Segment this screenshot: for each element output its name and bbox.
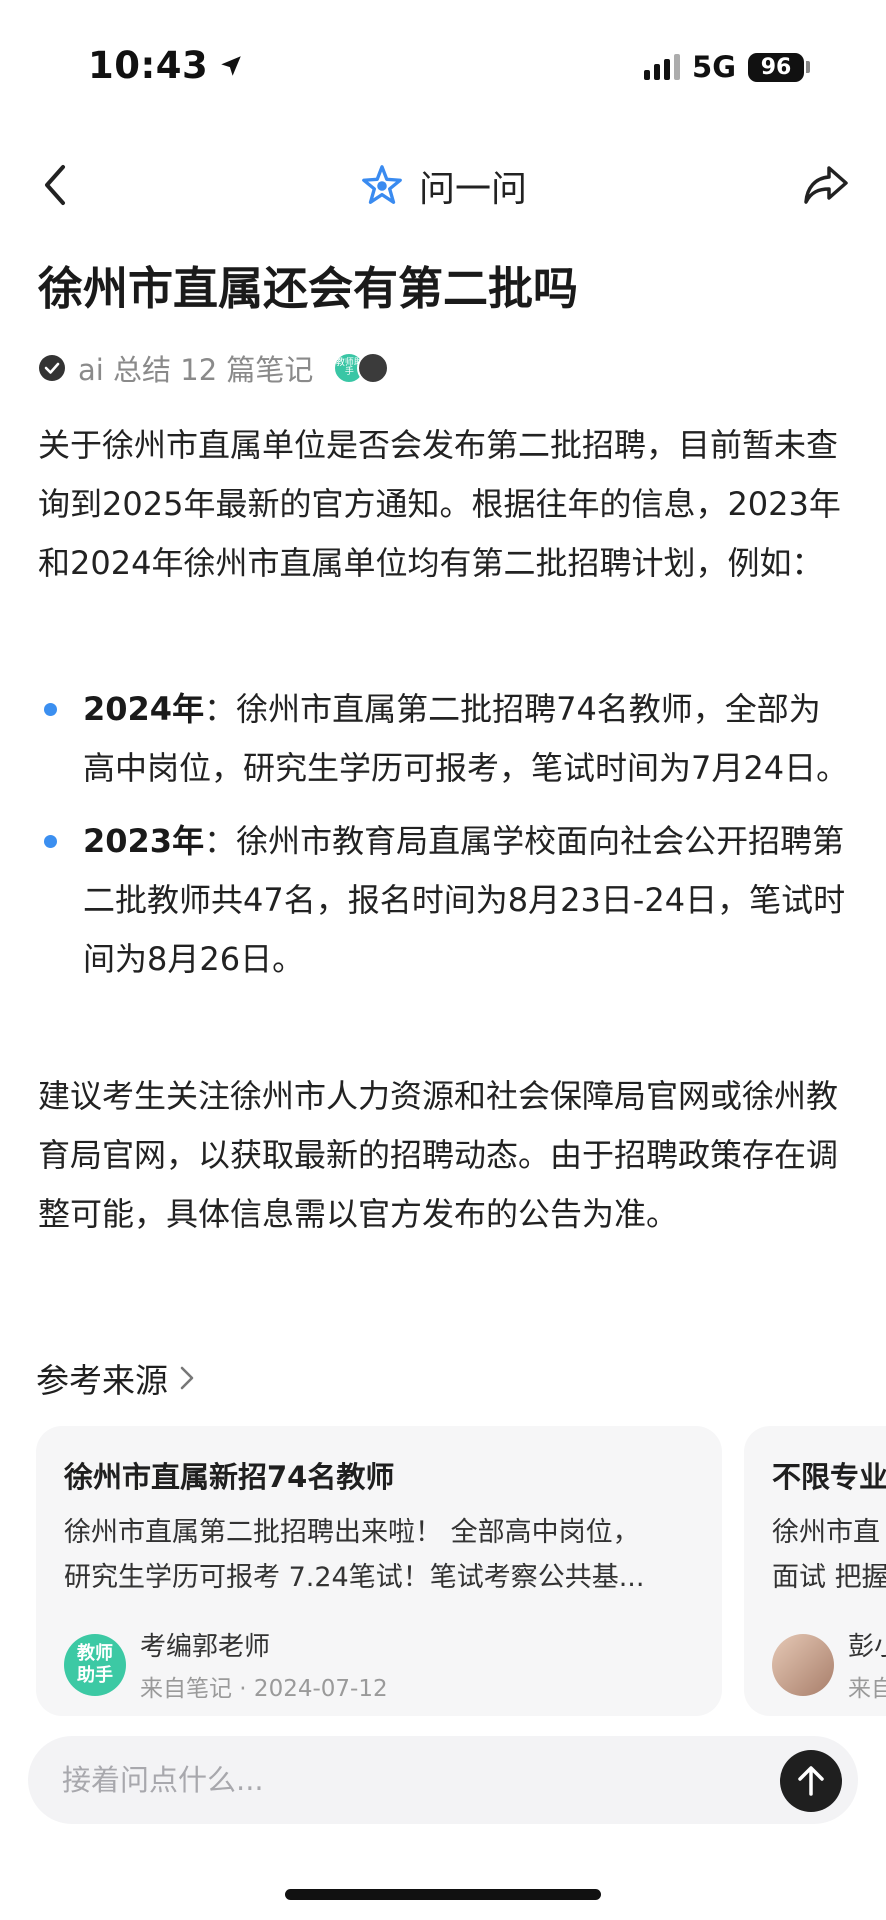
share-icon <box>804 166 848 204</box>
list-item: 2024年：徐州市直属第二批招聘74名教师，全部为高中岗位，研究生学历可报考，笔… <box>38 680 852 798</box>
avatar-label: 教师 <box>77 1642 113 1664</box>
bullet-label: 2024年 <box>83 690 205 728</box>
network-label: 5G <box>692 50 736 84</box>
card-excerpt-line: 研究生学历可报考 7.24笔试！笔试考察公共基... <box>64 1562 645 1593</box>
status-bar: 10:43 5G 96 <box>0 0 886 130</box>
chevron-right-icon <box>180 1366 194 1390</box>
time-text: 10:43 <box>88 44 209 87</box>
bullet-label: 2023年 <box>83 822 205 860</box>
avatar-label: 助手 <box>77 1664 113 1686</box>
location-arrow-icon <box>221 55 242 76</box>
question-title: 徐州市直属还会有第二批吗 <box>38 262 579 315</box>
source-avatars: 教师助手 <box>333 352 390 384</box>
reference-card[interactable]: 不限专业 徐州市直 面试 把握 彭小 来自 <box>744 1426 886 1716</box>
home-indicator[interactable] <box>285 1889 601 1900</box>
nav-title: 问一问 <box>418 169 527 210</box>
ask-input-bar <box>28 1736 858 1824</box>
avatar <box>772 1633 834 1696</box>
references-header[interactable]: 参考来源 <box>36 1354 196 1402</box>
card-excerpt-line: 面试 把握 <box>772 1562 886 1593</box>
send-button[interactable] <box>780 1750 842 1812</box>
nav-title-group: 问一问 <box>0 160 886 212</box>
card-author: 教师 助手 考编郭老师 来自笔记 · 2024-07-12 <box>64 1626 388 1703</box>
answer-bullet-list: 2024年：徐州市直属第二批招聘74名教师，全部为高中岗位，研究生学历可报考，笔… <box>38 680 852 1003</box>
battery-level: 96 <box>748 52 804 82</box>
card-excerpt: 徐州市直属第二批招聘出来啦！ 全部高中岗位， 研究生学历可报考 7.24笔试！笔… <box>64 1510 694 1600</box>
nav-bar: 问一问 <box>0 150 886 220</box>
author-name: 彭小 <box>848 1632 886 1662</box>
summary-meta-text: ai 总结 12 篇笔记 <box>78 353 314 387</box>
avatar: 教师 助手 <box>64 1633 126 1696</box>
answer-conclusion: 建议考生关注徐州市人力资源和社会保障局官网或徐州教育局官网，以获取最新的招聘动态… <box>38 1077 839 1233</box>
status-indicators: 5G 96 <box>644 50 810 84</box>
bullet-dot-icon <box>44 703 57 716</box>
battery-icon: 96 <box>748 52 810 82</box>
author-source: 来自 <box>848 1676 886 1702</box>
reference-cards: 徐州市直属新招74名教师 徐州市直属第二批招聘出来啦！ 全部高中岗位， 研究生学… <box>36 1426 886 1716</box>
arrow-up-icon <box>798 1766 824 1796</box>
author-source: 来自笔记 · 2024-07-12 <box>140 1676 388 1702</box>
summary-meta[interactable]: ai 总结 12 篇笔记 教师助手 <box>38 346 390 390</box>
reference-card[interactable]: 徐州市直属新招74名教师 徐州市直属第二批招聘出来啦！ 全部高中岗位， 研究生学… <box>36 1426 722 1716</box>
card-title: 徐州市直属新招74名教师 <box>64 1460 395 1494</box>
author-name: 考编郭老师 <box>140 1632 271 1662</box>
card-excerpt-line: 徐州市直 <box>772 1517 880 1548</box>
answer-intro: 关于徐州市直属单位是否会发布第二批招聘，目前暂未查询到2025年最新的官方通知。… <box>38 426 841 582</box>
card-author: 彭小 来自 <box>772 1626 886 1703</box>
share-button[interactable] <box>798 158 854 212</box>
references-title: 参考来源 <box>36 1361 168 1400</box>
avatar <box>357 352 390 384</box>
bullet-dot-icon <box>44 835 57 848</box>
card-excerpt: 徐州市直 面试 把握 <box>772 1510 886 1600</box>
card-title: 不限专业 <box>772 1460 886 1494</box>
status-time: 10:43 <box>88 44 244 87</box>
check-circle-icon <box>39 355 65 381</box>
ask-input[interactable] <box>62 1736 762 1824</box>
card-excerpt-line: 徐州市直属第二批招聘出来啦！ 全部高中岗位， <box>64 1517 640 1548</box>
list-item: 2023年：徐州市教育局直属学校面向社会公开招聘第二批教师共47名，报名时间为8… <box>38 812 852 989</box>
star-logo-icon <box>362 165 402 204</box>
signal-icon <box>644 54 681 80</box>
